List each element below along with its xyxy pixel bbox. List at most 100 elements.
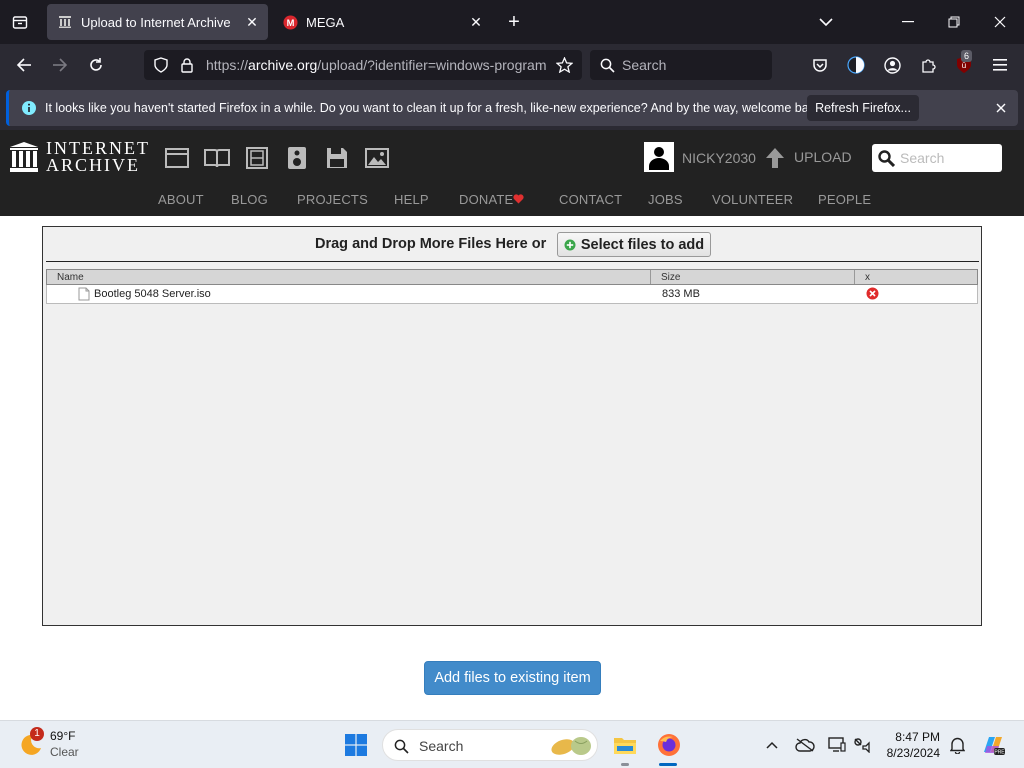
- divider: [46, 261, 979, 262]
- user-avatar-icon[interactable]: [644, 142, 674, 172]
- windows-start-icon[interactable]: [344, 733, 368, 757]
- archive-favicon-icon: [57, 14, 73, 30]
- column-remove-header: x: [865, 272, 870, 283]
- system-clock[interactable]: 8:47 PM 8/23/2024: [887, 729, 940, 761]
- internet-archive-logo-icon[interactable]: [8, 140, 40, 174]
- forward-arrow-icon[interactable]: [50, 55, 70, 75]
- clock-time: 8:47 PM: [895, 730, 940, 744]
- column-separator[interactable]: [854, 270, 855, 284]
- svg-text:ū: ū: [962, 61, 966, 70]
- taskbar-search-box[interactable]: Search: [382, 729, 598, 761]
- list-all-tabs-chevron-icon[interactable]: [816, 12, 836, 32]
- drop-zone-label: Drag and Drop More Files Here or: [315, 236, 547, 252]
- network-volume-icon[interactable]: [852, 735, 872, 755]
- remove-file-icon[interactable]: [866, 287, 879, 303]
- notification-message: It looks like you haven't started Firefo…: [45, 101, 825, 115]
- hamburger-menu-icon[interactable]: [990, 55, 1010, 75]
- ia-search-input[interactable]: Search: [872, 144, 1002, 172]
- upload-arrow-icon[interactable]: [764, 146, 786, 170]
- restore-icon[interactable]: [944, 12, 964, 32]
- new-tab-icon[interactable]: +: [504, 11, 524, 33]
- table-row[interactable]: Bootleg 5048 Server.iso 833 MB: [46, 285, 978, 304]
- refresh-firefox-button[interactable]: Refresh Firefox...: [807, 95, 919, 121]
- mega-favicon-icon: M: [282, 14, 298, 30]
- images-icon[interactable]: [364, 146, 390, 170]
- tab-list-icon[interactable]: [10, 12, 30, 32]
- software-floppy-icon[interactable]: [324, 146, 350, 170]
- notification-bell-icon[interactable]: [948, 735, 966, 755]
- ia-logo-text[interactable]: INTERNET ARCHIVE: [46, 139, 150, 175]
- file-table: Name Size x Bootleg 5048 Server.iso 833 …: [46, 269, 978, 304]
- file-explorer-icon[interactable]: [612, 733, 638, 757]
- bookmark-star-icon[interactable]: [554, 56, 574, 74]
- tracking-protection-shield-icon[interactable]: [152, 56, 170, 74]
- logo-line-2: ARCHIVE: [46, 155, 140, 175]
- nav-jobs[interactable]: JOBS: [648, 192, 683, 207]
- weather-badge: 1: [30, 727, 44, 741]
- clock-date: 8/23/2024: [886, 746, 940, 760]
- close-notification-icon[interactable]: [993, 100, 1009, 116]
- column-name-header[interactable]: Name: [57, 272, 84, 283]
- nav-blog[interactable]: BLOG: [231, 192, 268, 207]
- weather-temp[interactable]: 69°F: [50, 729, 75, 743]
- windows-taskbar: 1 69°F Clear Search 8:47 PM 8/23/2024 PR…: [0, 720, 1024, 768]
- file-icon: [78, 287, 90, 304]
- search-icon: [598, 56, 616, 74]
- info-icon: [21, 100, 37, 116]
- dark-reader-extension-icon[interactable]: [846, 55, 866, 75]
- tab-upload-internet-archive[interactable]: Upload to Internet Archive ✕: [47, 4, 268, 40]
- notification-panel: It looks like you haven't started Firefo…: [6, 90, 1018, 126]
- reload-icon[interactable]: [86, 55, 106, 75]
- search-placeholder: Search: [622, 57, 667, 73]
- search-icon: [393, 738, 409, 754]
- video-film-icon[interactable]: [244, 146, 270, 170]
- copilot-icon[interactable]: PRE: [980, 733, 1006, 757]
- url-bar[interactable]: https://archive.org/upload/?identifier=w…: [144, 50, 582, 80]
- minimize-icon[interactable]: [898, 12, 918, 32]
- file-table-header: Name Size x: [46, 269, 978, 285]
- web-icon[interactable]: [164, 146, 190, 170]
- tab-bar: Upload to Internet Archive ✕ M MEGA ✕ +: [0, 0, 1024, 44]
- nav-contact[interactable]: CONTACT: [559, 192, 622, 207]
- weather-desc[interactable]: Clear: [50, 745, 79, 759]
- tab-title: Upload to Internet Archive: [81, 14, 231, 30]
- ia-header: INTERNET ARCHIVE NICKY2030 UPLOAD Search…: [0, 130, 1024, 216]
- add-files-button[interactable]: Add files to existing item: [424, 661, 601, 695]
- upload-drop-zone[interactable]: Drag and Drop More Files Here or Select …: [42, 226, 982, 626]
- nav-people[interactable]: PEOPLE: [818, 192, 871, 207]
- pocket-icon[interactable]: [810, 55, 830, 75]
- back-arrow-icon[interactable]: [14, 55, 34, 75]
- tab-close-icon[interactable]: ✕: [468, 14, 484, 31]
- display-settings-icon[interactable]: [826, 735, 848, 755]
- firefox-icon[interactable]: [656, 732, 682, 758]
- padlock-icon[interactable]: [178, 56, 196, 74]
- nav-projects[interactable]: PROJECTS: [297, 192, 368, 207]
- firefox-active-indicator: [659, 763, 677, 766]
- close-window-icon[interactable]: [990, 12, 1010, 32]
- column-separator[interactable]: [650, 270, 651, 284]
- column-size-header[interactable]: Size: [661, 272, 680, 283]
- audio-speaker-icon[interactable]: [284, 146, 310, 170]
- tab-mega[interactable]: M MEGA ✕: [272, 4, 492, 40]
- show-hidden-icons-chevron-icon[interactable]: [764, 737, 780, 753]
- extensions-puzzle-icon[interactable]: [918, 55, 938, 75]
- browser-search-bar[interactable]: Search: [590, 50, 772, 80]
- select-files-button[interactable]: Select files to add: [557, 232, 711, 257]
- select-files-label: Select files to add: [580, 236, 705, 253]
- nav-help[interactable]: HELP: [394, 192, 429, 207]
- upload-link[interactable]: UPLOAD: [794, 149, 852, 165]
- nav-about[interactable]: ABOUT: [158, 192, 204, 207]
- nav-donate[interactable]: DONATE: [459, 192, 513, 207]
- svg-text:M: M: [286, 17, 294, 27]
- tab-close-icon[interactable]: ✕: [244, 14, 260, 31]
- account-icon[interactable]: [882, 55, 902, 75]
- username[interactable]: NICKY2030: [682, 150, 756, 166]
- search-highlight-melon-icon: [549, 734, 593, 758]
- nav-volunteer[interactable]: VOLUNTEER: [712, 192, 793, 207]
- texts-book-icon[interactable]: [204, 146, 230, 170]
- notification-bar: It looks like you haven't started Firefo…: [0, 86, 1024, 130]
- svg-text:PRE: PRE: [994, 750, 1005, 756]
- file-name: Bootleg 5048 Server.iso: [94, 288, 211, 300]
- onedrive-cloud-off-icon[interactable]: [794, 735, 816, 755]
- url-text[interactable]: https://archive.org/upload/?identifier=w…: [206, 57, 546, 73]
